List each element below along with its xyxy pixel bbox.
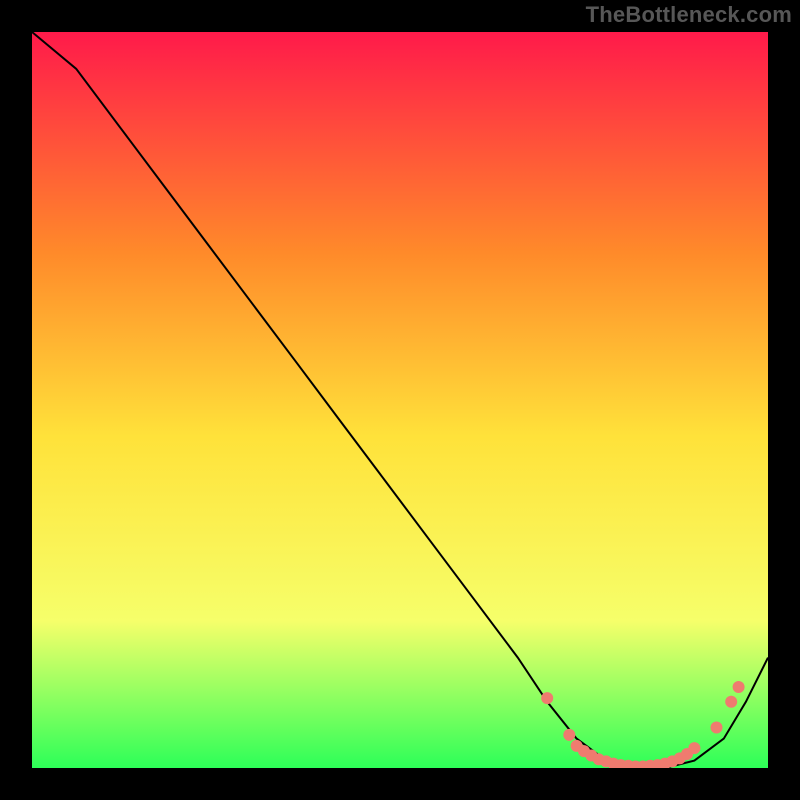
marker-dot (733, 681, 745, 693)
plot-area (32, 32, 768, 768)
marker-dot (541, 692, 553, 704)
chart-frame: TheBottleneck.com (0, 0, 800, 800)
chart-svg (32, 32, 768, 768)
marker-dot (688, 742, 700, 754)
marker-dot (725, 696, 737, 708)
watermark-text: TheBottleneck.com (586, 2, 792, 28)
marker-dot (563, 729, 575, 741)
gradient-background (32, 32, 768, 768)
marker-dot (711, 722, 723, 734)
